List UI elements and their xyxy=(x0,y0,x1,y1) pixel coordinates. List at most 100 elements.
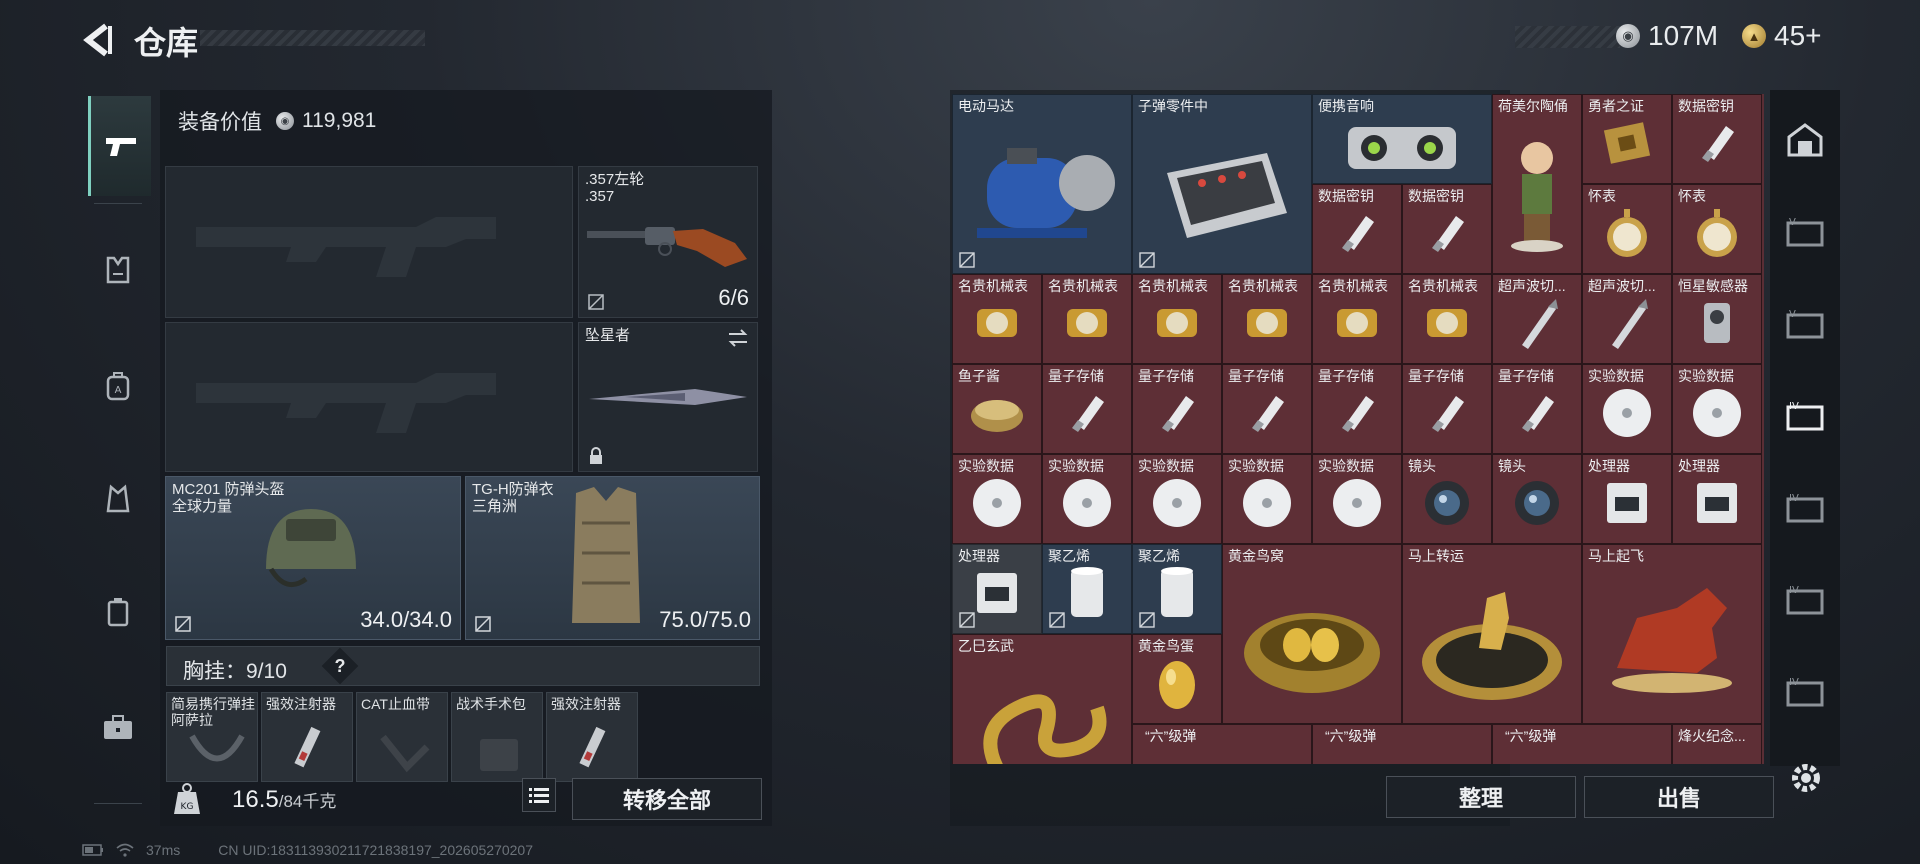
stash-item[interactable]: 名贵机械表 xyxy=(952,274,1042,364)
stash-item[interactable]: 实验数据 xyxy=(952,454,1042,544)
stash-item[interactable]: 处理器 xyxy=(1672,454,1762,544)
stash-item[interactable]: 量子存储 xyxy=(1132,364,1222,454)
primary-weapon-slot-1[interactable] xyxy=(165,166,573,318)
gold-currency[interactable]: ▲ 45+ xyxy=(1742,20,1822,52)
stash-item[interactable]: 马上起飞 xyxy=(1582,544,1762,724)
silver-coin-icon: ◉ xyxy=(276,112,294,130)
battery-icon xyxy=(82,844,103,856)
stash-item[interactable]: 黄金鸟蛋 xyxy=(1132,634,1222,724)
nav-case[interactable] xyxy=(88,678,148,778)
nav-divider xyxy=(94,203,142,204)
stash-item[interactable]: 实验数据 xyxy=(1042,454,1132,544)
stash-item[interactable]: 实验数据 xyxy=(1132,454,1222,544)
rig-item[interactable]: CAT止血带 xyxy=(356,692,448,782)
rig-item[interactable]: 简易携行弹挂 阿萨拉 xyxy=(166,692,258,782)
sell-button[interactable]: 出售 xyxy=(1584,776,1774,818)
stash-item[interactable]: 实验数据 xyxy=(1312,454,1402,544)
stash-item[interactable]: 超声波切... xyxy=(1492,274,1582,364)
nav-weapons[interactable] xyxy=(88,96,151,196)
tab-stash-v2[interactable]: V xyxy=(1780,298,1830,350)
melee-slot[interactable]: 坠星者 xyxy=(578,322,758,472)
stash-item[interactable]: 数据密钥 xyxy=(1402,184,1492,274)
back-arrow-icon[interactable] xyxy=(80,20,116,60)
rig-icon xyxy=(106,484,130,513)
stash-item[interactable]: 荷美尔陶俑 xyxy=(1492,94,1582,274)
tab-all-stash[interactable] xyxy=(1780,114,1830,166)
stash-item[interactable]: 勇者之证 xyxy=(1582,94,1672,184)
disc-icon xyxy=(1063,479,1111,528)
stash-item[interactable]: 乙巳玄武 xyxy=(952,634,1132,764)
nav-rig[interactable] xyxy=(88,448,148,548)
sort-button[interactable]: 整理 xyxy=(1386,776,1576,818)
rig-item[interactable]: 强效注射器 xyxy=(546,692,638,782)
helmet-slot[interactable]: MC201 防弹头盔 全球力量 34.0/34.0 xyxy=(165,476,461,640)
stash-item[interactable]: 量子存储 xyxy=(1492,364,1582,454)
disc-icon xyxy=(973,479,1021,528)
swap-icon[interactable] xyxy=(727,329,749,347)
stash-item[interactable]: 实验数据 xyxy=(1672,364,1762,454)
stash-item[interactable]: 数据密钥 xyxy=(1312,184,1402,274)
stash-item[interactable]: 名贵机械表 xyxy=(1132,274,1222,364)
transfer-all-button[interactable]: 转移全部 xyxy=(572,778,762,820)
pocket-watch-icon xyxy=(1697,209,1737,258)
tab-stash-v1[interactable]: V xyxy=(1780,206,1830,258)
nav-supplies[interactable] xyxy=(88,562,148,662)
stash-item[interactable]: 鱼子酱 xyxy=(952,364,1042,454)
stash-item[interactable]: 名贵机械表 xyxy=(1042,274,1132,364)
settings-gear-icon[interactable] xyxy=(1788,760,1824,796)
stash-item[interactable]: 数据密钥 xyxy=(1672,94,1762,184)
stash-item[interactable]: 便携音响 xyxy=(1312,94,1492,184)
list-view-button[interactable] xyxy=(522,778,556,812)
no-insure-icon xyxy=(1139,612,1155,628)
rig-item[interactable]: 强效注射器 xyxy=(261,692,353,782)
stash-item[interactable]: 怀表 xyxy=(1582,184,1672,274)
stash-item[interactable]: 马上转运 xyxy=(1402,544,1582,724)
stash-item[interactable]: 量子存储 xyxy=(1312,364,1402,454)
stash-item[interactable]: 名贵机械表 xyxy=(1312,274,1402,364)
tab-stash-iv-2[interactable]: IV xyxy=(1780,482,1830,534)
stash-item[interactable]: 烽火纪念... xyxy=(1672,724,1762,764)
helmet-durability: 34.0/34.0 xyxy=(360,607,452,632)
nav-backpack[interactable]: A xyxy=(88,336,148,436)
stash-item[interactable]: 名贵机械表 xyxy=(1222,274,1312,364)
stash-item[interactable]: “六”级弹 xyxy=(1492,724,1672,764)
stash-item[interactable]: “六”级弹 xyxy=(1312,724,1492,764)
stash-item[interactable]: 超声波切... xyxy=(1582,274,1672,364)
usb-key-icon xyxy=(1432,216,1464,253)
tab-stash-iv-active[interactable]: IV xyxy=(1780,390,1830,442)
stash-item[interactable]: 聚乙烯 xyxy=(1042,544,1132,634)
stash-item[interactable]: 量子存储 xyxy=(1222,364,1312,454)
tab-stash-iv-3[interactable]: IV xyxy=(1780,574,1830,626)
rig-item[interactable]: 战术手术包 xyxy=(451,692,543,782)
sidearm-slot[interactable]: .357左轮 .357 6/6 xyxy=(578,166,758,318)
stash-item[interactable]: 黄金鸟窝 xyxy=(1222,544,1402,724)
stash-item[interactable]: 实验数据 xyxy=(1222,454,1312,544)
wristwatch-icon xyxy=(977,309,1017,338)
processor-icon xyxy=(1697,483,1737,524)
stash-item[interactable]: 镜头 xyxy=(1492,454,1582,544)
stash-item[interactable]: 名贵机械表 xyxy=(1402,274,1492,364)
nav-armor[interactable] xyxy=(88,220,148,320)
stash-item[interactable]: 量子存储 xyxy=(1042,364,1132,454)
stash-item[interactable]: 子弹零件中 xyxy=(1132,94,1312,274)
stash-item[interactable]: 实验数据 xyxy=(1582,364,1672,454)
stash-item[interactable]: 电动马达 xyxy=(952,94,1132,274)
storage-box-icon: V xyxy=(1786,217,1824,247)
svg-text:KG: KG xyxy=(181,802,194,812)
golden-egg-icon xyxy=(1159,661,1195,710)
stash-item[interactable]: 聚乙烯 xyxy=(1132,544,1222,634)
stash-item[interactable]: 怀表 xyxy=(1672,184,1762,274)
stash-item[interactable]: 镜头 xyxy=(1402,454,1492,544)
primary-weapon-slot-2[interactable] xyxy=(165,322,573,472)
motor-icon xyxy=(977,147,1115,238)
stash-item[interactable]: 量子存储 xyxy=(1402,364,1492,454)
stash-item[interactable]: 恒星敏感器 xyxy=(1672,274,1762,364)
vest-slot[interactable]: TG-H防弹衣 三角洲 75.0/75.0 xyxy=(465,476,760,640)
injector-icon xyxy=(579,726,606,768)
help-icon[interactable]: ? xyxy=(321,647,359,685)
stash-item[interactable]: 处理器 xyxy=(952,544,1042,634)
caviar-icon xyxy=(971,400,1023,433)
stash-item[interactable]: 处理器 xyxy=(1582,454,1672,544)
tab-stash-iv-4[interactable]: IV xyxy=(1780,666,1830,718)
stash-item[interactable]: “六”级弹 xyxy=(1132,724,1312,764)
